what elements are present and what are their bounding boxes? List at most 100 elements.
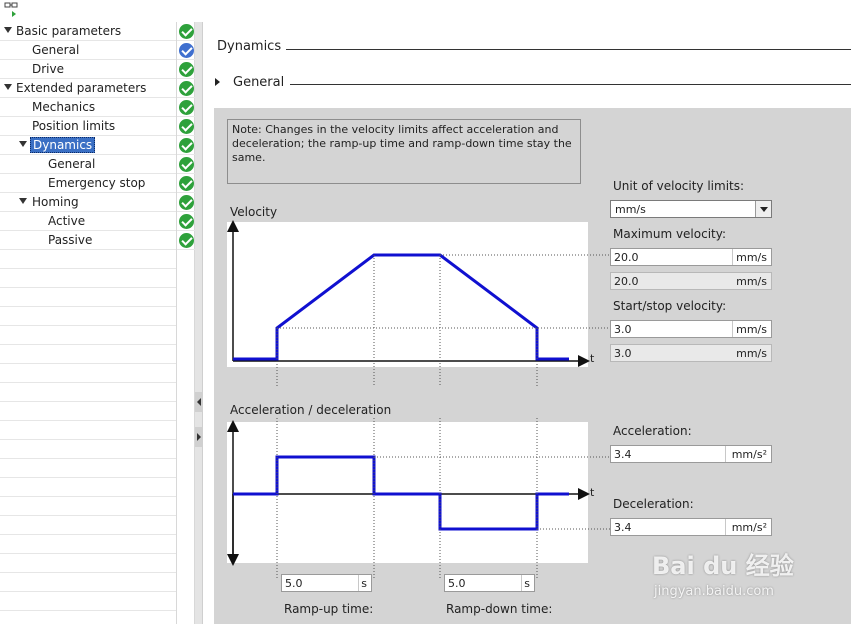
ramp-up-time-input[interactable]: 5.0 s — [281, 574, 372, 592]
status-cell — [177, 155, 195, 174]
tree-item-label: Position limits — [32, 119, 116, 133]
tree-item-homing[interactable]: Homing — [0, 193, 176, 212]
velocity-profile-line — [233, 253, 569, 361]
tree-empty-row — [0, 345, 176, 364]
tree-item-label: Emergency stop — [48, 176, 146, 190]
tree-empty-row — [0, 554, 176, 573]
toolbar — [0, 0, 851, 22]
ramp-down-time-input[interactable]: 5.0 s — [444, 574, 535, 592]
baidu-watermark: Bai du 经验 jingyan.baidu.com — [648, 544, 808, 604]
tree-item-active[interactable]: Active — [0, 212, 176, 231]
status-cell — [177, 79, 195, 98]
status-column — [176, 22, 195, 624]
tree-item-dynamics-general[interactable]: General — [0, 155, 176, 174]
acceleration-unit: mm/s² — [731, 448, 767, 461]
max-velocity-label: Maximum velocity: — [613, 227, 727, 241]
tree-empty-row — [0, 269, 176, 288]
status-cell — [177, 136, 195, 155]
tree-item-label: Homing — [32, 195, 79, 209]
check-ok-icon — [179, 24, 194, 39]
check-ok-icon — [179, 138, 194, 153]
tree-item-position-limits[interactable]: Position limits — [0, 117, 176, 136]
tree-item-drive[interactable]: Drive — [0, 60, 176, 79]
navigation-tree: Basic parameters General Drive Extended … — [0, 22, 176, 624]
expand-arrow-icon[interactable] — [4, 27, 12, 33]
tree-empty-row — [0, 478, 176, 497]
tree-item-mechanics[interactable]: Mechanics — [0, 98, 176, 117]
unit-velocity-select[interactable]: mm/s — [610, 200, 772, 218]
tree-item-label: General — [32, 43, 80, 57]
field-separator — [732, 321, 733, 337]
chevron-down-icon[interactable] — [755, 201, 771, 217]
max-velocity-ro-unit: mm/s — [736, 275, 767, 288]
status-cell — [177, 117, 195, 136]
tree-empty-row — [0, 497, 176, 516]
tree-item-basic-parameters[interactable]: Basic parameters — [0, 22, 176, 41]
expand-right-icon[interactable] — [195, 427, 203, 447]
start-stop-ro-unit: mm/s — [736, 347, 767, 360]
ramp-down-time-value: 5.0 — [448, 577, 466, 590]
max-velocity-readonly: 20.0 mm/s — [610, 272, 772, 290]
start-stop-velocity-unit: mm/s — [736, 323, 767, 336]
max-velocity-ro-value: 20.0 — [614, 275, 639, 288]
field-separator — [725, 446, 726, 462]
accel-time-axis-label: t — [590, 486, 595, 499]
deceleration-unit: mm/s² — [731, 521, 767, 534]
status-cell — [177, 98, 195, 117]
start-stop-velocity-value: 3.0 — [614, 323, 632, 336]
status-cell — [177, 212, 195, 231]
tree-item-label: Mechanics — [32, 100, 96, 114]
check-info-icon — [179, 43, 194, 58]
field-separator — [732, 249, 733, 265]
subsection-title[interactable]: General — [233, 75, 284, 90]
expand-arrow-icon[interactable] — [19, 198, 27, 204]
status-cell — [177, 193, 195, 212]
section-divider — [286, 49, 851, 50]
tree-item-general[interactable]: General — [0, 41, 176, 60]
expand-arrow-icon[interactable] — [4, 84, 12, 90]
tree-item-dynamics[interactable]: Dynamics — [0, 136, 176, 155]
tree-item-label: Drive — [32, 62, 64, 76]
watermark-logo: Bai du 经验 — [652, 552, 794, 580]
tree-item-label: Extended parameters — [16, 81, 147, 95]
tree-empty-row — [0, 307, 176, 326]
max-velocity-input[interactable]: 20.0 mm/s — [610, 248, 772, 266]
tree-empty-row — [0, 383, 176, 402]
unit-velocity-label: Unit of velocity limits: — [613, 179, 745, 193]
ramp-up-time-value: 5.0 — [285, 577, 303, 590]
subsection-divider — [290, 84, 851, 85]
section-title: Dynamics — [217, 39, 282, 54]
view-options-icon[interactable] — [4, 1, 20, 19]
tree-item-label: Dynamics — [30, 137, 96, 153]
tree-item-label: Active — [48, 214, 86, 228]
ramp-up-time-unit: s — [361, 577, 367, 590]
tree-item-extended-parameters[interactable]: Extended parameters — [0, 79, 176, 98]
panel-splitter[interactable] — [195, 22, 203, 624]
check-ok-icon — [179, 176, 194, 191]
start-stop-velocity-input[interactable]: 3.0 mm/s — [610, 320, 772, 338]
field-separator — [725, 519, 726, 535]
tree-item-emergency-stop[interactable]: Emergency stop — [0, 174, 176, 193]
tree-empty-row — [0, 364, 176, 383]
acceleration-input[interactable]: 3.4 mm/s² — [610, 445, 772, 463]
check-ok-icon — [179, 214, 194, 229]
tree-empty-row — [0, 250, 176, 269]
tree-item-passive[interactable]: Passive — [0, 231, 176, 250]
start-stop-velocity-label: Start/stop velocity: — [613, 299, 727, 313]
status-cell — [177, 22, 195, 41]
tree-empty-row — [0, 573, 176, 592]
max-velocity-unit: mm/s — [736, 251, 767, 264]
watermark-url: jingyan.baidu.com — [654, 584, 774, 599]
tree-empty-row — [0, 402, 176, 421]
main-content: Dynamics General Note: Changes in the ve… — [203, 22, 851, 624]
tree-empty-row — [0, 326, 176, 345]
check-ok-icon — [179, 100, 194, 115]
deceleration-input[interactable]: 3.4 mm/s² — [610, 518, 772, 536]
collapse-arrow-icon[interactable] — [215, 78, 220, 86]
unit-velocity-value: mm/s — [615, 203, 646, 216]
expand-arrow-icon[interactable] — [19, 141, 27, 147]
collapse-left-icon[interactable] — [195, 392, 203, 412]
ramp-down-time-unit: s — [524, 577, 530, 590]
deceleration-label: Deceleration: — [613, 497, 694, 511]
start-stop-ro-value: 3.0 — [614, 347, 632, 360]
